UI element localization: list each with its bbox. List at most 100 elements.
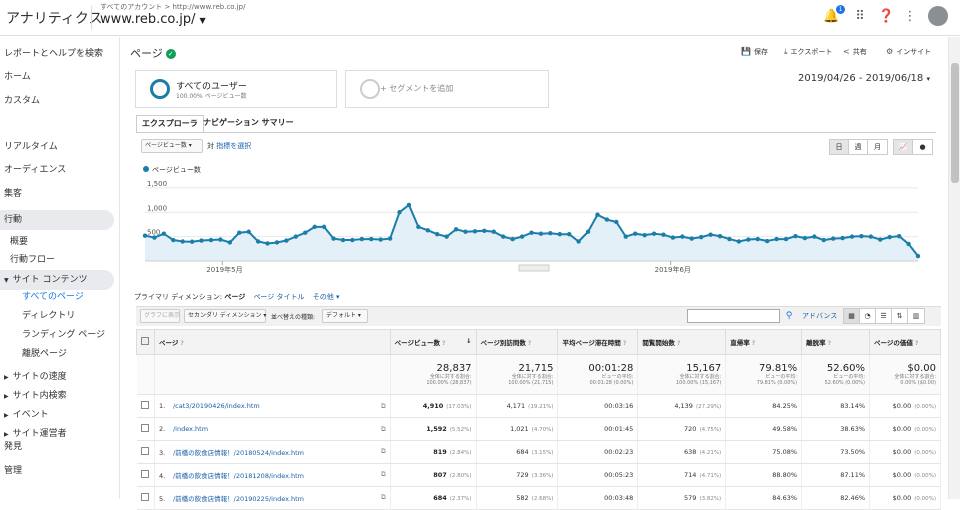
week-button[interactable]: 週 [849, 140, 868, 154]
data-point[interactable] [595, 212, 600, 217]
pie-chart-icon[interactable]: ◔ [860, 309, 876, 323]
help-icon[interactable]: ❓ [878, 9, 894, 25]
data-point[interactable] [783, 236, 789, 242]
data-point[interactable] [208, 237, 214, 243]
data-point[interactable] [463, 229, 468, 234]
data-point[interactable] [717, 233, 723, 239]
data-point[interactable] [642, 232, 647, 238]
data-point[interactable] [670, 235, 676, 240]
sidebar-item-exit-pages[interactable]: 離脱ページ [22, 346, 67, 359]
date-range-selector[interactable]: 2019/04/26 - 2019/06/18 ▾ [798, 73, 930, 84]
sidebar-item-publisher[interactable]: ▶ サイト運営者 [4, 426, 67, 439]
data-point[interactable] [161, 231, 167, 236]
data-point[interactable] [293, 234, 299, 239]
sidebar-item-realtime[interactable]: リアルタイム [4, 139, 58, 152]
sidebar-item-discover[interactable]: 発見 [4, 439, 22, 452]
data-point[interactable] [284, 238, 289, 243]
property-selector[interactable]: www.reb.co.jp/▼ [100, 12, 206, 27]
data-point[interactable] [189, 239, 195, 244]
data-point[interactable] [491, 229, 496, 234]
data-point[interactable] [878, 237, 883, 242]
dimension-page[interactable]: ページ [224, 293, 245, 301]
data-point[interactable] [774, 236, 779, 242]
sidebar-item-overview[interactable]: 概要 [10, 234, 28, 247]
tab-explorer[interactable]: エクスプローラ [136, 115, 204, 133]
pivot-icon[interactable]: ▥ [908, 309, 924, 323]
add-segment-button[interactable]: + セグメントを追加 [345, 70, 549, 108]
data-point[interactable] [859, 233, 864, 239]
row-checkbox[interactable] [140, 447, 149, 455]
open-link-icon[interactable]: ⧉ [381, 470, 386, 479]
column-header-pageviews[interactable]: ページビュー数? ↓ [389, 329, 477, 355]
table-row[interactable]: 5. /前橋の飲食店情報！/20190225/index.htm ⧉ 684 (2.37… [136, 486, 941, 510]
table-row[interactable]: 3. /前橋の飲食店情報！/20180524/index.htm ⧉ 819 (2.84… [136, 440, 941, 464]
data-point[interactable] [312, 224, 317, 230]
scrollbar-thumb[interactable] [951, 63, 959, 183]
data-point[interactable] [793, 233, 798, 239]
open-link-icon[interactable]: ⧉ [381, 425, 386, 434]
table-row[interactable]: 1. /cat3/20190426/index.htm ⧉ 4,910 (17.03%)… [136, 394, 941, 418]
avatar[interactable] [928, 6, 948, 26]
data-point[interactable] [303, 230, 308, 235]
data-point[interactable] [331, 236, 336, 241]
data-point[interactable] [868, 234, 874, 239]
open-link-icon[interactable]: ⧉ [381, 402, 386, 411]
compare-metric[interactable]: 対 指標を選択 [207, 141, 251, 151]
data-point[interactable] [698, 234, 704, 240]
secondary-dimension-select[interactable]: セカンダリ ディメンション ▾ [184, 309, 266, 323]
data-point[interactable] [538, 231, 544, 236]
page-link[interactable]: /前橋の飲食店情報！/20181208/index.htm [173, 472, 304, 480]
sidebar-item-events[interactable]: ▶ イベント [4, 407, 49, 420]
metric-select[interactable]: ページビュー数 ▾ [141, 139, 203, 153]
page-link[interactable]: /cat3/20190426/index.htm [173, 402, 260, 410]
row-checkbox[interactable] [140, 401, 149, 409]
dimension-page-title[interactable]: ページ タイトル [253, 293, 304, 301]
more-vert-icon[interactable]: ⋮ [902, 9, 918, 25]
column-header-unique-pageviews[interactable]: ページ別訪問数? [475, 329, 559, 355]
data-point[interactable] [482, 228, 487, 233]
data-point[interactable] [802, 235, 808, 241]
data-point[interactable] [152, 235, 157, 240]
sort-type-select[interactable]: デフォルト ▾ [322, 309, 368, 323]
sidebar-item-behavior[interactable]: 行動 [0, 210, 114, 230]
data-point[interactable] [340, 237, 346, 243]
sidebar-item-behavior-flow[interactable]: 行動フロー [10, 252, 55, 265]
sidebar-item-site-content[interactable]: ▼ サイト コンテンツ [0, 270, 114, 290]
data-point[interactable] [425, 228, 431, 233]
data-point[interactable] [378, 237, 383, 242]
sidebar-item-audience[interactable]: オーディエンス [4, 162, 66, 175]
sidebar-search[interactable]: レポートとヘルプを検索 [4, 46, 103, 59]
motion-chart-icon[interactable]: ● [913, 140, 932, 154]
table-search-input[interactable] [687, 309, 780, 323]
data-point[interactable] [359, 236, 365, 242]
data-point[interactable] [171, 237, 176, 243]
column-header-avg-time[interactable]: 平均ページ滞在時間? [557, 329, 639, 355]
data-point[interactable] [755, 236, 760, 242]
data-point[interactable] [548, 231, 553, 236]
row-checkbox[interactable] [140, 493, 149, 501]
data-point[interactable] [746, 237, 751, 242]
sidebar-item-landing-pages[interactable]: ランディング ページ [22, 327, 105, 340]
data-point[interactable] [142, 233, 148, 238]
data-point[interactable] [519, 234, 525, 239]
sidebar-item-acquisition[interactable]: 集客 [4, 186, 22, 199]
data-point[interactable] [736, 239, 742, 244]
data-point[interactable] [764, 238, 770, 244]
column-header-page-value[interactable]: ページの価値? [869, 329, 941, 355]
data-point[interactable] [896, 233, 902, 239]
data-point[interactable] [472, 229, 478, 234]
open-link-icon[interactable]: ⧉ [381, 447, 386, 456]
data-point[interactable] [557, 231, 562, 237]
data-point[interactable] [180, 239, 185, 244]
page-link[interactable]: /前橋の飲食店情報！/20180524/index.htm [173, 449, 304, 457]
data-point[interactable] [812, 234, 817, 239]
column-header-exit-rate[interactable]: 離脱率? [801, 329, 871, 355]
sidebar-item-all-pages[interactable]: すべてのページ [22, 289, 84, 302]
data-point[interactable] [501, 234, 506, 239]
data-point[interactable] [661, 232, 666, 237]
data-point[interactable] [397, 210, 402, 215]
data-point[interactable] [849, 234, 855, 239]
table-row[interactable]: 2./index.htm ⧉ 1,592 (5.52%) 1,021 (4.70%) 00:… [136, 417, 941, 441]
data-point[interactable] [821, 237, 826, 243]
tab-navigation-summary[interactable]: ナビゲーション サマリー [198, 115, 299, 133]
